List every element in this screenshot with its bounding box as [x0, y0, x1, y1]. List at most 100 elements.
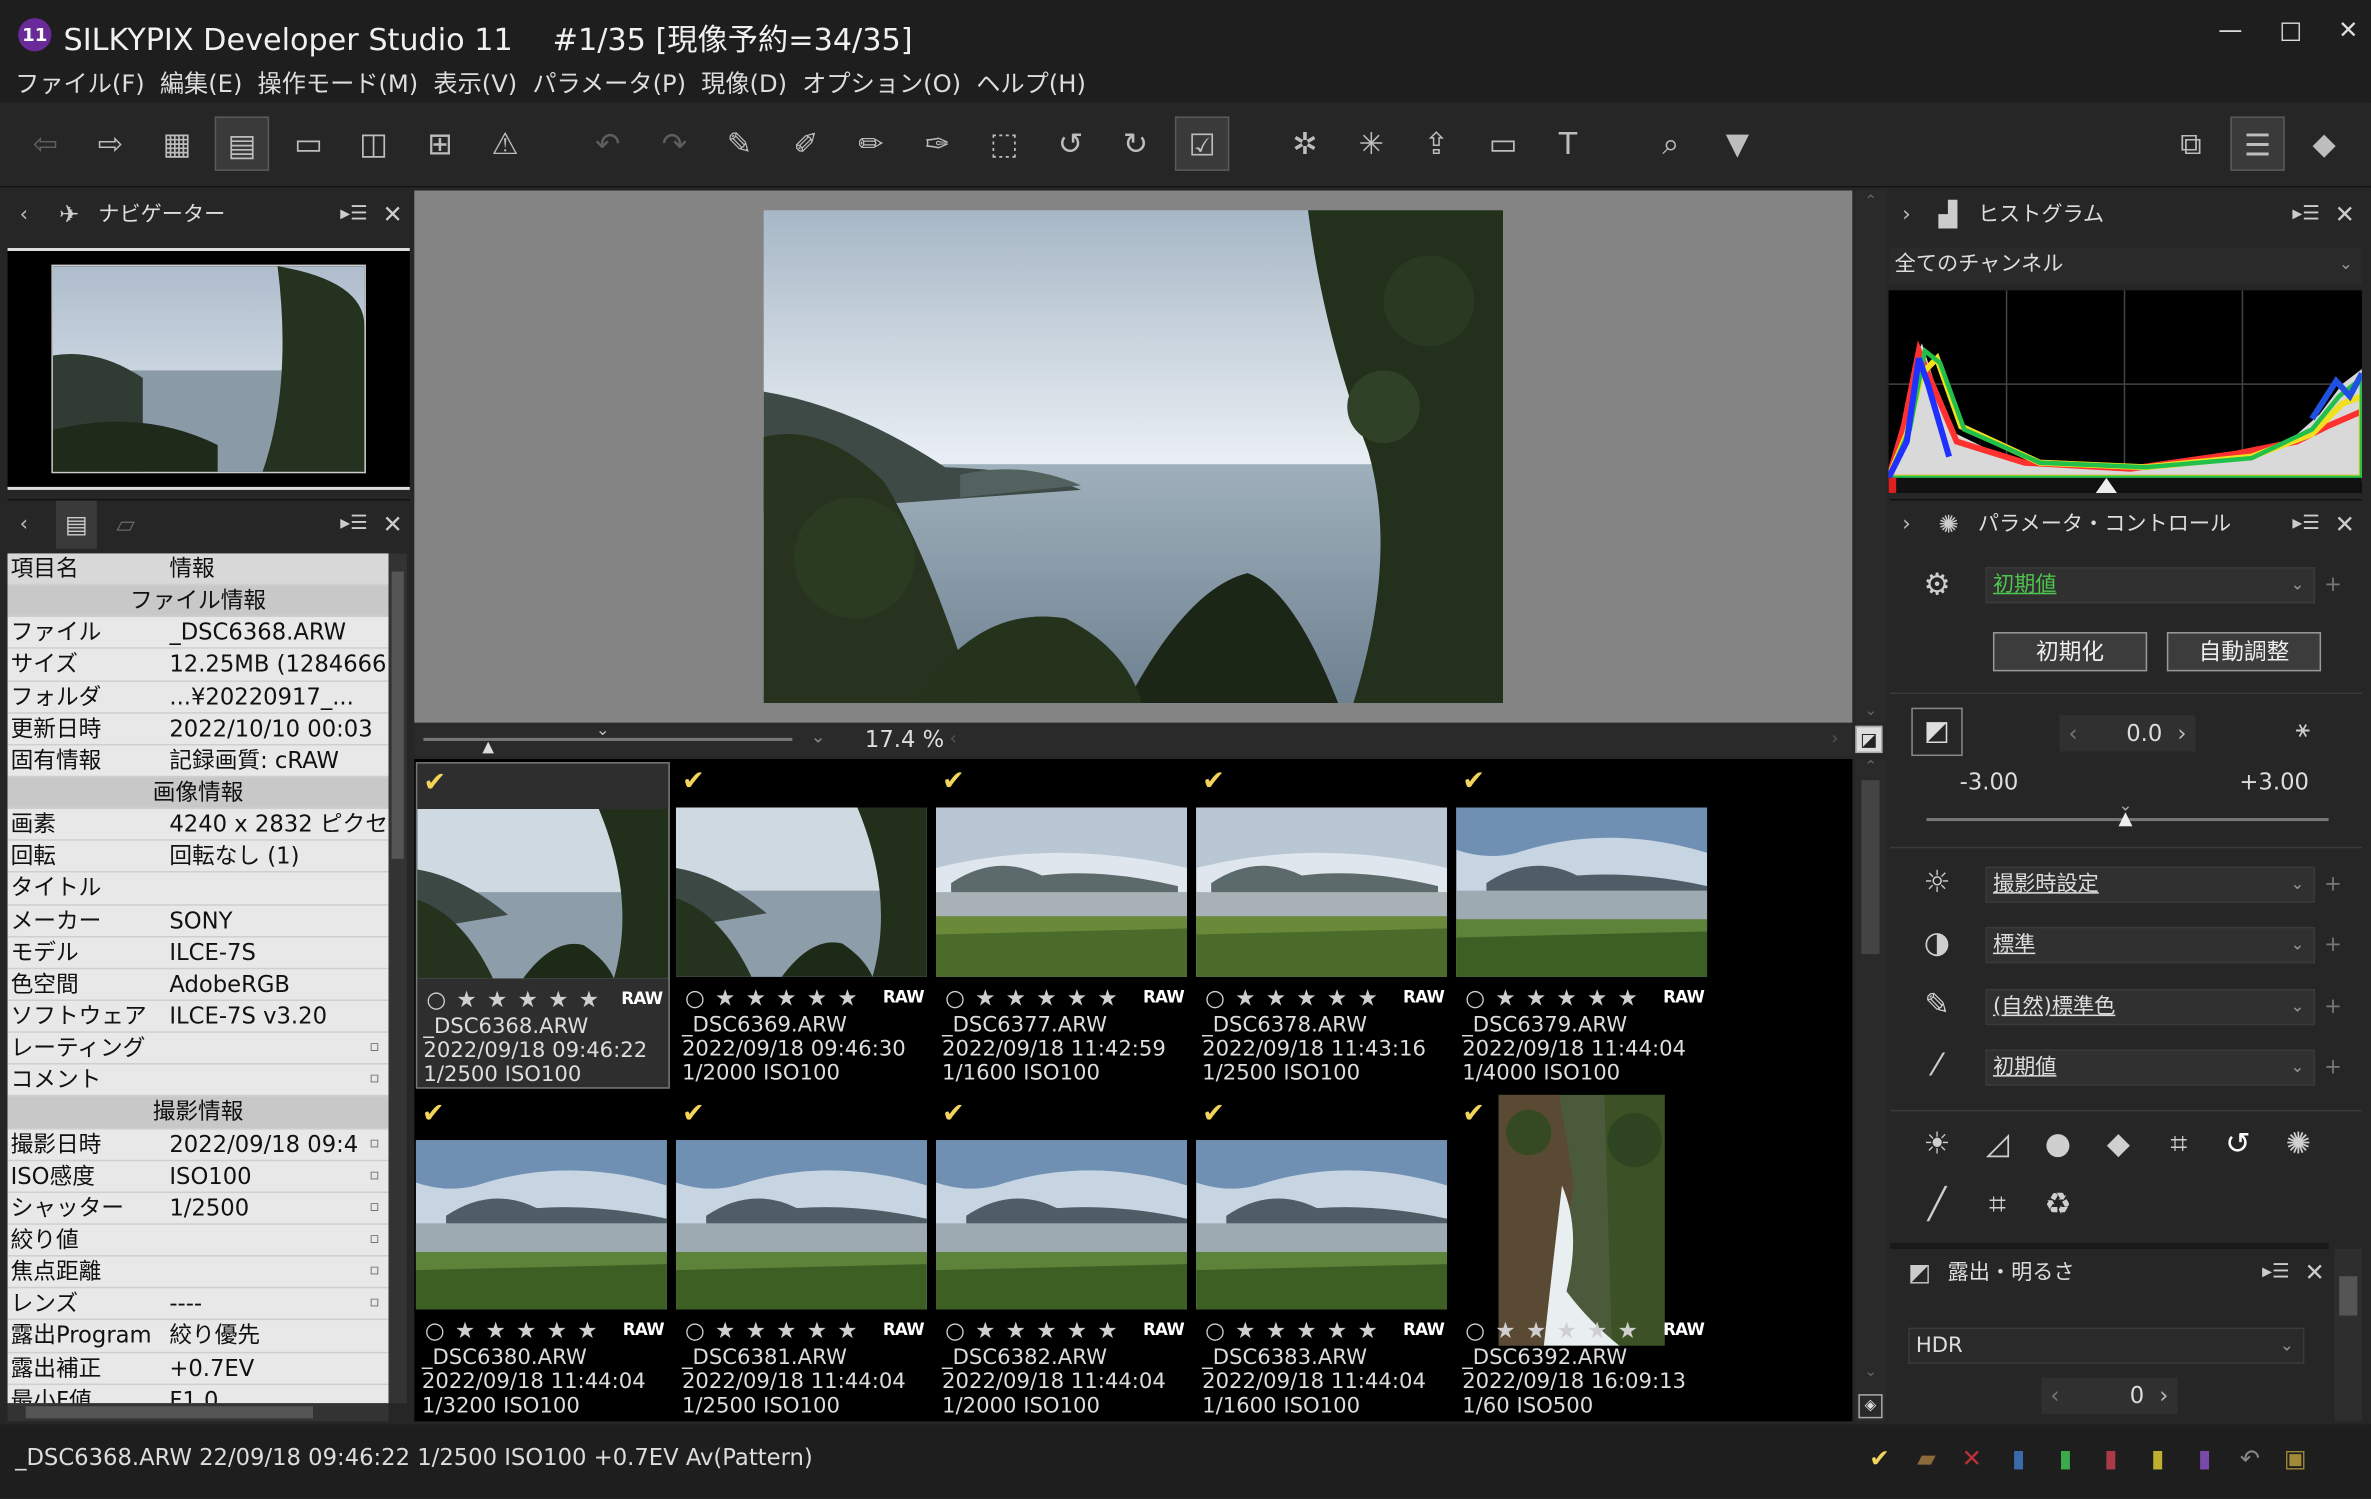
histogram-channel-select[interactable]: 全てのチャンネル ⌄: [1888, 247, 2362, 285]
thumbnail-card[interactable]: ✔ ○ ★ ★ ★ ★ ★ RAW _DSC6378.ARW 2022/09/18 11…: [1196, 762, 1450, 1089]
warning-icon[interactable]: ⚠: [478, 116, 532, 170]
monitor-icon[interactable]: ▭: [1476, 116, 1530, 170]
develop-check-icon[interactable]: ✔: [423, 767, 446, 799]
info-section-header[interactable]: ファイル情報: [7, 585, 389, 618]
green-tag-icon[interactable]: ▮: [2049, 1444, 2082, 1473]
reset-button[interactable]: 初期化: [1992, 632, 2148, 672]
filter-icon[interactable]: ▼: [1710, 116, 1764, 170]
develop-check-icon[interactable]: ✔: [422, 1098, 445, 1130]
preset-select[interactable]: 初期値 ⌄: [1985, 567, 2316, 604]
gear-icon[interactable]: ⚙: [1917, 566, 1956, 602]
develop-check-icon[interactable]: ✔: [1202, 1098, 1225, 1130]
info-section-header[interactable]: 画像情報: [7, 777, 389, 810]
menu-mode[interactable]: 操作モード(M): [258, 67, 419, 103]
recycle-icon[interactable]: ♻: [2038, 1185, 2077, 1221]
rating-stars[interactable]: ○ ★ ★ ★ ★ ★: [685, 1317, 859, 1344]
zoom-dropdown-icon[interactable]: ⌄: [596, 720, 610, 740]
develop-check-icon[interactable]: ✔: [942, 1098, 965, 1130]
menu-parameter[interactable]: パラメータ(P): [532, 67, 686, 103]
redo-icon[interactable]: ↷: [647, 116, 701, 170]
info-tab-icon[interactable]: ▤: [55, 500, 97, 549]
panel-close-icon[interactable]: ✕: [2335, 191, 2355, 239]
brush-tool-icon[interactable]: ✏: [844, 116, 898, 170]
menu-help[interactable]: ヘルプ(H): [976, 67, 1086, 103]
info-hscrollbar[interactable]: [7, 1403, 389, 1422]
yellow-tag-icon[interactable]: ▮: [2141, 1444, 2174, 1473]
rating-stars[interactable]: ○ ★ ★ ★ ★ ★: [1205, 984, 1379, 1011]
info-section-header[interactable]: 撮影情報: [7, 1096, 389, 1129]
thumbnail-card[interactable]: ✔ ○ ★ ★ ★ ★ ★ RAW _DSC6369.ARW 2022/09/18 09…: [675, 762, 930, 1089]
develop-check-icon[interactable]: ✔: [942, 765, 965, 797]
develop-mark-icon[interactable]: ☑: [1174, 116, 1230, 171]
edit-field-icon[interactable]: ▫: [369, 1193, 379, 1223]
develop-check-icon[interactable]: ✔: [1462, 1098, 1485, 1130]
panel-close-icon[interactable]: ✕: [2304, 1249, 2324, 1297]
paste-tool-icon[interactable]: ✑: [910, 116, 964, 170]
thumbnail-card[interactable]: ✔ ○ ★ ★ ★ ★ ★ RAW _DSC6380.ARW 2022/09/18 11…: [415, 1095, 670, 1422]
add-icon[interactable]: +: [2324, 933, 2342, 957]
full-screen-icon[interactable]: ⊞: [413, 116, 467, 170]
expand-chevron-icon[interactable]: ›: [1902, 501, 1910, 549]
folder-icon[interactable]: ▰: [1910, 1444, 1943, 1473]
zoom-search-icon[interactable]: ⌕: [1644, 116, 1698, 170]
develop-icon[interactable]: ✲: [1278, 116, 1332, 170]
noise-icon[interactable]: ✺: [2279, 1125, 2318, 1161]
color-select[interactable]: (自然)標準色 ⌄: [1985, 988, 2316, 1026]
thumbnail-card[interactable]: ✔ ○ ★ ★ ★ ★ ★ RAW _DSC6379.ARW 2022/09/18 11…: [1456, 762, 1710, 1089]
panel-menu-icon[interactable]: ▸☰: [2292, 501, 2320, 549]
sharpness-select[interactable]: 初期値 ⌄: [1985, 1049, 2316, 1086]
edit-field-icon[interactable]: ▫: [369, 1257, 379, 1287]
thumbnail-card[interactable]: ✔ ○ ★ ★ ★ ★ ★ RAW _DSC6377.ARW 2022/09/18 11…: [935, 762, 1190, 1089]
single-view-icon[interactable]: ▭: [281, 116, 335, 170]
thumbnail-card[interactable]: ✔ ○ ★ ★ ★ ★ ★ RAW _DSC6392.ARW 2022/09/18 16…: [1456, 1094, 1710, 1422]
panel-close-icon[interactable]: ✕: [383, 501, 403, 549]
add-preset-icon[interactable]: +: [2324, 573, 2342, 597]
edit-field-icon[interactable]: ▫: [369, 1033, 379, 1063]
panel-close-icon[interactable]: ✕: [383, 191, 403, 239]
rating-stars[interactable]: ○ ★ ★ ★ ★ ★: [1205, 1317, 1379, 1344]
thumbnail-scrollbar[interactable]: ⌃ ⌄: [1855, 759, 1886, 1422]
navigator-thumbnail[interactable]: [51, 264, 366, 474]
maximize-button[interactable]: □: [2268, 12, 2313, 48]
zoom-right-icon[interactable]: ›: [1831, 727, 1838, 748]
rating-stars[interactable]: ○ ★ ★ ★ ★ ★: [945, 1317, 1119, 1344]
edit-field-icon[interactable]: ▫: [369, 1225, 379, 1255]
brush-icon[interactable]: ╱: [1917, 1185, 1956, 1221]
sharpness-icon[interactable]: ⁄: [1917, 1046, 1956, 1082]
back-arrow-icon[interactable]: ⇦: [18, 116, 72, 170]
thumbnail-card[interactable]: ✔ ○ ★ ★ ★ ★ ★ RAW _DSC6382.ARW 2022/09/18 11…: [935, 1095, 1190, 1422]
panel-close-icon[interactable]: ✕: [2335, 501, 2355, 549]
panel-menu-icon[interactable]: ▸☰: [2292, 191, 2320, 239]
hdr-value-field[interactable]: ‹ 0 ›: [2041, 1377, 2178, 1414]
rating-stars[interactable]: ○ ★ ★ ★ ★ ★: [945, 984, 1119, 1011]
info-scrollbar[interactable]: [388, 553, 407, 1404]
preview-image[interactable]: [763, 210, 1504, 704]
menu-options[interactable]: オプション(O): [802, 67, 961, 103]
crop-tool-icon[interactable]: ⬚: [977, 116, 1031, 170]
undo-icon[interactable]: ↶: [581, 116, 635, 170]
exposure-bias-icon[interactable]: ◩: [1911, 707, 1963, 757]
spot-tool-icon[interactable]: ✎: [712, 116, 766, 170]
collapse-chevron-icon[interactable]: ‹: [20, 191, 28, 239]
text-tool-icon[interactable]: T: [1541, 116, 1595, 170]
rating-stars[interactable]: ○ ★ ★ ★ ★ ★: [425, 1317, 599, 1344]
zoom-menu-chevron-icon[interactable]: ⌄: [810, 726, 825, 747]
dust-tool-icon[interactable]: ✐: [779, 116, 833, 170]
crop-icon[interactable]: ⌗: [1978, 1185, 2017, 1221]
thumbnail-card[interactable]: ✔ ○ ★ ★ ★ ★ ★ RAW _DSC6381.ARW 2022/09/18 11…: [675, 1095, 930, 1422]
sliders-icon[interactable]: ☰: [2230, 116, 2285, 171]
hdr-select[interactable]: HDR ⌄: [1908, 1327, 2305, 1364]
folder-tab-icon[interactable]: ▱: [116, 501, 135, 549]
tone-curve-icon[interactable]: ◿: [1978, 1125, 2017, 1161]
fit-to-window-icon[interactable]: ◪: [1855, 725, 1883, 754]
rotate-left-icon[interactable]: ↺: [1043, 116, 1097, 170]
panel-menu-icon[interactable]: ▸☰: [2262, 1249, 2290, 1297]
panel-menu-icon[interactable]: ▸☰: [340, 501, 368, 549]
preview-scrollbar[interactable]: ⌃ ⌄: [1855, 190, 1886, 723]
collapse-chevron-icon[interactable]: ‹: [20, 501, 28, 549]
expand-chevron-icon[interactable]: ›: [1902, 191, 1910, 239]
panel-menu-icon[interactable]: ▸☰: [340, 191, 368, 239]
color-pen-icon[interactable]: ✎: [1917, 986, 1956, 1022]
red-tag-icon[interactable]: ▮: [2094, 1444, 2127, 1473]
zoom-slider-thumb[interactable]: ▲: [482, 739, 494, 756]
